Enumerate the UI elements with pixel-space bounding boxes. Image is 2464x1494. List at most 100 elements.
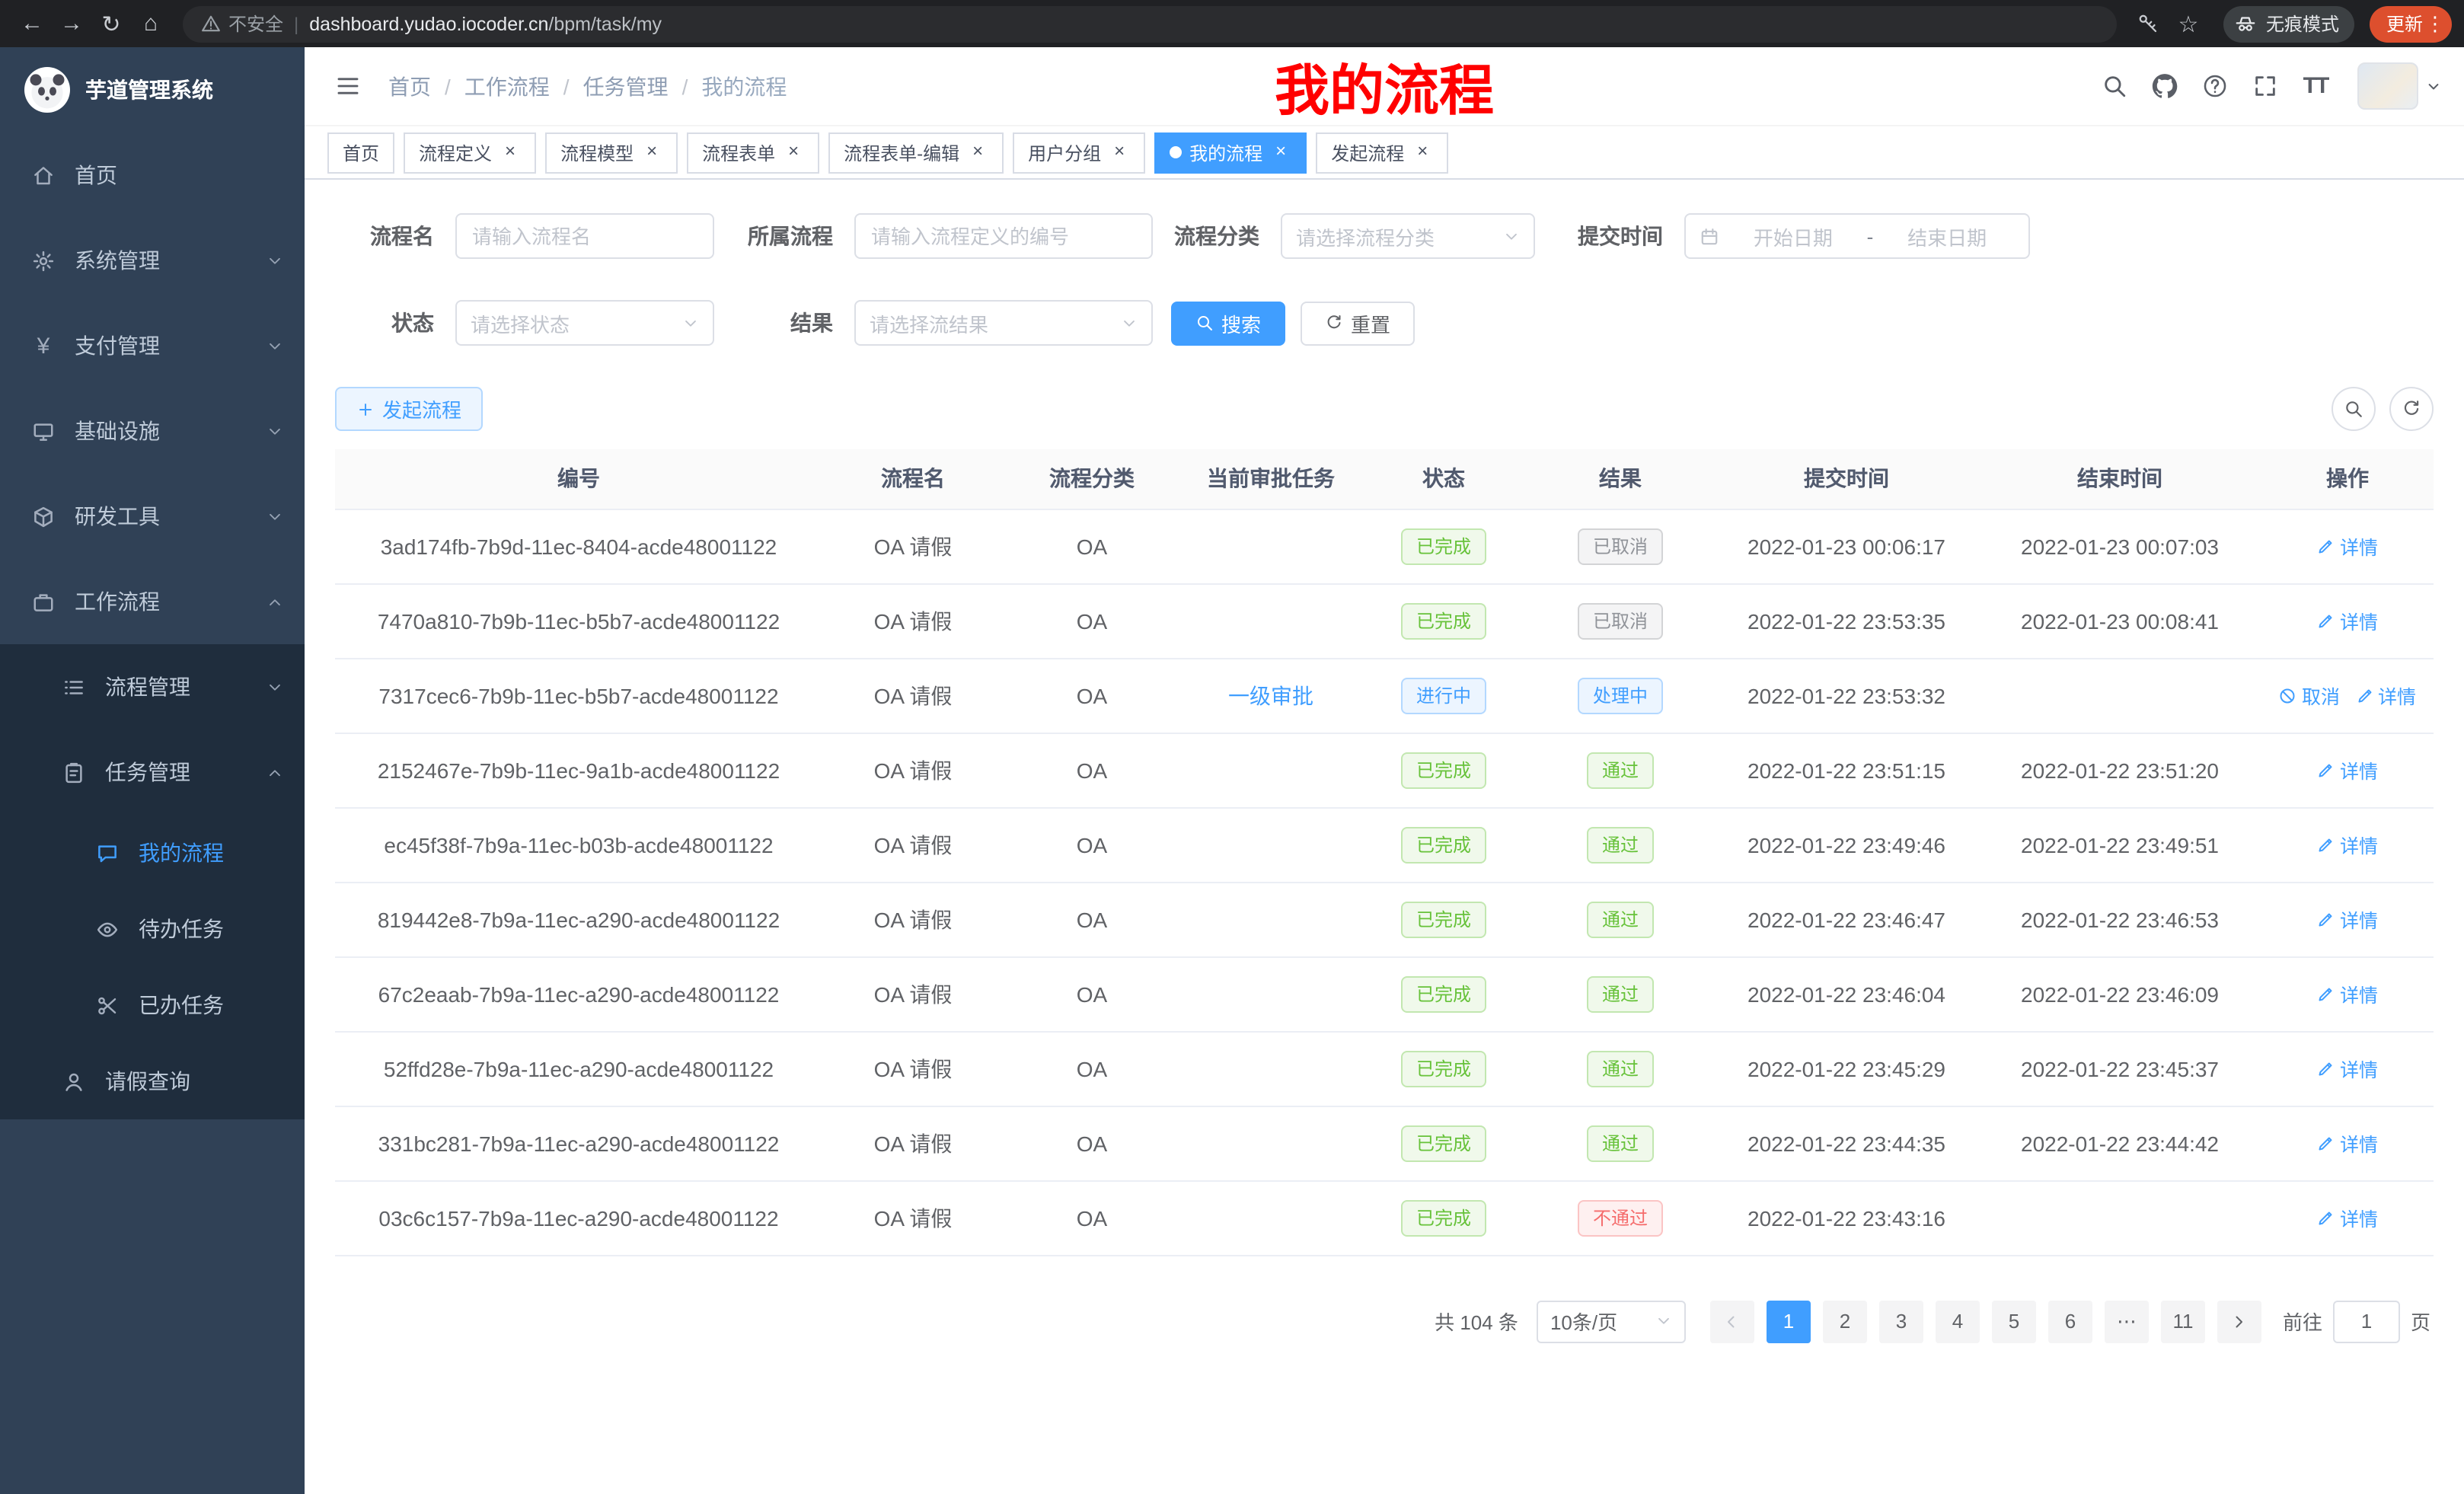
tab-label: 用户分组	[1028, 139, 1101, 165]
refresh-table-button[interactable]	[2389, 387, 2434, 431]
status-select[interactable]: 请选择状态	[455, 300, 714, 346]
jump-input[interactable]	[2333, 1300, 2400, 1342]
update-chip[interactable]: 更新 ⋮	[2370, 5, 2452, 42]
tab-home[interactable]: 首页	[327, 132, 394, 173]
filter-category: 流程分类 请选择流程分类	[1165, 213, 1535, 259]
back-icon[interactable]: ←	[12, 4, 52, 43]
key-icon[interactable]	[2129, 4, 2169, 43]
sidebar-item-done-tasks[interactable]: 已办任务	[0, 967, 305, 1043]
detail-link[interactable]: 详情	[2317, 1054, 2378, 1083]
submit-time-range-picker[interactable]: 开始日期 - 结束日期	[1684, 213, 2030, 259]
tab-label: 发起流程	[1331, 139, 1404, 165]
sidebar-item-payment[interactable]: ¥ 支付管理	[0, 303, 305, 388]
browser-menu-icon[interactable]: ⋮	[2423, 11, 2447, 36]
sidebar-item-task-mgmt[interactable]: 任务管理	[0, 729, 305, 815]
close-icon[interactable]: ×	[641, 142, 662, 163]
close-icon[interactable]: ×	[783, 142, 804, 163]
tab-user-group[interactable]: 用户分组 ×	[1013, 132, 1145, 173]
result-select[interactable]: 请选择流结果	[854, 300, 1153, 346]
close-icon[interactable]: ×	[967, 142, 988, 163]
reload-icon[interactable]: ↻	[91, 4, 131, 43]
page-button-2[interactable]: 2	[1823, 1300, 1867, 1342]
user-menu[interactable]	[2357, 62, 2441, 110]
cancel-link[interactable]: 取消	[2279, 681, 2340, 710]
sidebar-item-label: 请假查询	[105, 1066, 190, 1097]
toggle-search-button[interactable]	[2332, 387, 2376, 431]
forward-icon[interactable]: →	[52, 4, 91, 43]
close-icon[interactable]: ×	[1412, 142, 1433, 163]
fullscreen-icon[interactable]	[2245, 65, 2286, 107]
sidebar-item-workflow[interactable]: 工作流程	[0, 559, 305, 644]
detail-link[interactable]: 详情	[2317, 1128, 2378, 1157]
detail-link[interactable]: 详情	[2355, 681, 2416, 710]
github-icon[interactable]	[2144, 65, 2185, 107]
detail-link[interactable]: 详情	[2317, 532, 2378, 560]
list-icon	[61, 675, 87, 698]
process-name-input[interactable]	[455, 213, 714, 259]
tab-my-process[interactable]: 我的流程×	[1154, 132, 1307, 173]
sidebar-item-label: 任务管理	[105, 757, 190, 787]
address-bar[interactable]: 不安全 | dashboard.yudao.iocoder.cn /bpm/ta…	[183, 5, 2117, 42]
security-chip[interactable]: 不安全	[201, 11, 283, 37]
detail-link[interactable]: 详情	[2317, 905, 2378, 934]
app-logo-row[interactable]: 芋道管理系统	[0, 47, 305, 132]
breadcrumb-item[interactable]: 工作流程	[464, 71, 550, 101]
sidebar-item-my-process[interactable]: 我的流程	[0, 815, 305, 891]
page-button-5[interactable]: 5	[1992, 1300, 2036, 1342]
create-process-button[interactable]: 发起流程	[335, 387, 483, 431]
sidebar-item-leave-query[interactable]: 请假查询	[0, 1043, 305, 1119]
detail-link[interactable]: 详情	[2317, 1203, 2378, 1232]
page-content: 流程名 所属流程 流程分类 请选择流程分类	[305, 180, 2464, 1494]
page-button-4[interactable]: 4	[1936, 1300, 1980, 1342]
font-size-icon[interactable]: TT	[2295, 65, 2336, 107]
page-button-11[interactable]: 11	[2161, 1300, 2205, 1342]
header-search-icon[interactable]	[2094, 65, 2135, 107]
prev-page-button[interactable]	[1710, 1300, 1754, 1342]
process-def-input[interactable]	[854, 213, 1153, 259]
reset-button[interactable]: 重置	[1301, 301, 1415, 345]
close-icon[interactable]: ×	[1270, 142, 1291, 163]
breadcrumb-item[interactable]: 任务管理	[583, 71, 669, 101]
tab-process-form-edit[interactable]: 流程表单-编辑×	[828, 132, 1004, 173]
cell-actions: 详情	[2261, 807, 2434, 882]
detail-link[interactable]: 详情	[2317, 830, 2378, 859]
link-label: 详情	[2340, 905, 2378, 934]
sidebar-toggle-icon[interactable]	[327, 66, 367, 106]
category-select[interactable]: 请选择流程分类	[1281, 213, 1535, 259]
search-button[interactable]: 搜索	[1171, 301, 1285, 345]
page-button-3[interactable]: 3	[1879, 1300, 1923, 1342]
detail-link[interactable]: 详情	[2317, 606, 2378, 635]
tab-process-form[interactable]: 流程表单×	[687, 132, 819, 173]
scissors-icon	[94, 994, 120, 1017]
sidebar-item-process-mgmt[interactable]: 流程管理	[0, 644, 305, 729]
chevron-down-icon	[267, 508, 283, 525]
tab-initiate-process[interactable]: 发起流程 ×	[1316, 132, 1448, 173]
browser-home-icon[interactable]: ⌂	[131, 4, 171, 43]
sidebar-item-devtools[interactable]: 研发工具	[0, 474, 305, 559]
more-pages-button[interactable]: ⋯	[2105, 1300, 2149, 1342]
page-size-select[interactable]: 10条/页	[1537, 1300, 1686, 1342]
next-page-button[interactable]	[2217, 1300, 2261, 1342]
detail-link[interactable]: 详情	[2317, 979, 2378, 1008]
tab-process-model[interactable]: 流程模型×	[545, 132, 678, 173]
close-icon[interactable]: ×	[1109, 142, 1130, 163]
sidebar-item-infrastructure[interactable]: 基础设施	[0, 388, 305, 474]
page-button-6[interactable]: 6	[2048, 1300, 2092, 1342]
current-task-link[interactable]: 一级审批	[1228, 683, 1313, 707]
close-icon[interactable]: ×	[500, 142, 521, 163]
bookmark-star-icon[interactable]: ☆	[2169, 4, 2208, 43]
help-icon[interactable]	[2194, 65, 2236, 107]
table-header-row: 编号 流程名 流程分类 当前审批任务 状态 结果 提交时间 结束时间 操作	[335, 449, 2434, 509]
filter-row-1: 流程名 所属流程 流程分类 请选择流程分类	[335, 213, 2434, 259]
chevron-right-icon	[2230, 1312, 2249, 1330]
navbar-actions: TT	[2094, 62, 2441, 110]
detail-link[interactable]: 详情	[2317, 755, 2378, 784]
tab-process-definition[interactable]: 流程定义×	[404, 132, 536, 173]
sidebar-item-todo-tasks[interactable]: 待办任务	[0, 891, 305, 967]
sidebar-item-home[interactable]: 首页	[0, 132, 305, 218]
active-dot	[1170, 146, 1182, 158]
breadcrumb-item[interactable]: 首页	[388, 71, 431, 101]
cell-id: 67c2eaab-7b9a-11ec-a290-acde48001122	[335, 956, 822, 1031]
page-button-1[interactable]: 1	[1767, 1300, 1811, 1342]
sidebar-item-system[interactable]: 系统管理	[0, 218, 305, 303]
